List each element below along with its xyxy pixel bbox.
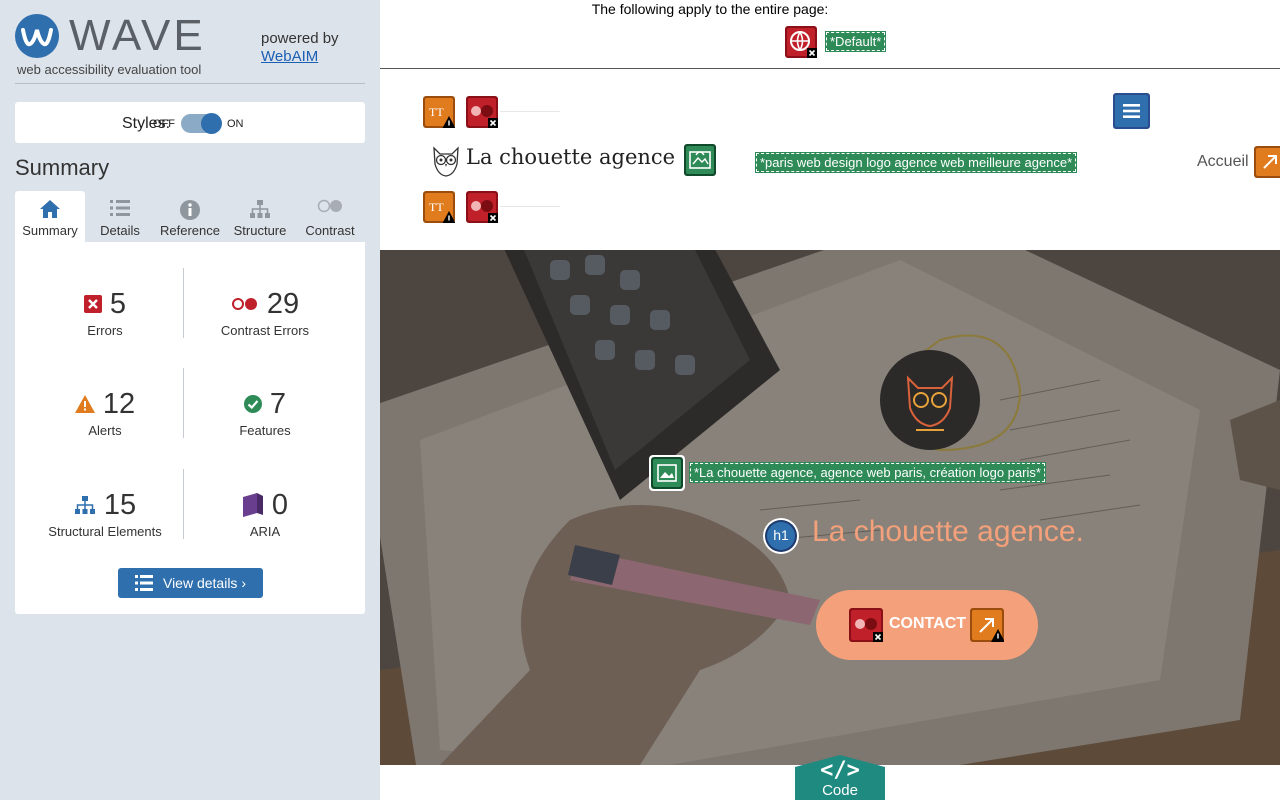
redundant-link-alert-icon[interactable] [1254, 146, 1280, 178]
stat-label: ARIA [249, 524, 281, 539]
contrast-error-icon[interactable] [466, 96, 498, 128]
contrast-icon [295, 191, 365, 223]
stat-count: 12 [102, 387, 136, 420]
view-details-button[interactable]: View details › [118, 568, 263, 598]
stat-count: 15 [103, 488, 137, 521]
contact-label: CONTACT [889, 615, 967, 632]
owl-logo-icon [433, 146, 459, 177]
stat-label: Features [239, 423, 291, 438]
error-icon [83, 295, 102, 313]
stat-contrast-errors[interactable]: 29 Contrast Errors [185, 287, 345, 339]
stat-label: Structural Elements [48, 524, 162, 539]
summary-panel: 5 Errors 29 Contrast Errors 12 Alerts 7 … [15, 242, 365, 614]
stat-label: Alerts [88, 423, 122, 438]
styles-off-label: OFF [153, 118, 175, 130]
view-details-label: View details › [162, 575, 246, 591]
stat-aria[interactable]: 0 ARIA [185, 488, 345, 539]
stat-label: Contrast Errors [220, 323, 310, 338]
tab-contrast[interactable]: Contrast [295, 191, 365, 242]
code-toggle-button[interactable]: </> Code [795, 755, 885, 800]
logo-alt-text: *paris web design logo agence web meille… [754, 152, 1078, 173]
divider [15, 83, 365, 84]
stat-count: 0 [271, 488, 289, 521]
stat-structural-elements[interactable]: 15 Structural Elements [25, 488, 185, 540]
info-icon [155, 191, 225, 223]
powered-by: powered by WebAIM [261, 30, 339, 66]
hero-logo-circle [880, 350, 980, 450]
tab-summary[interactable]: Summary [15, 191, 85, 242]
page-level-bar: The following apply to the entire page: … [380, 0, 1280, 69]
contrast-error-icon[interactable] [466, 191, 498, 223]
styles-toggle[interactable] [181, 113, 222, 134]
aria-icon [242, 493, 263, 517]
nav-item-accueil[interactable]: Accueil [1197, 153, 1249, 171]
contrast-error-icon[interactable] [849, 608, 883, 642]
styles-on-label: ON [227, 118, 244, 130]
tab-label: Contrast [305, 223, 355, 238]
tab-reference[interactable]: Reference [155, 191, 225, 242]
owl-logo-icon [906, 375, 954, 431]
styles-toggle-box: Styles: OFF ON [15, 102, 365, 143]
feature-icon [243, 395, 262, 413]
linked-image-feature-icon[interactable] [684, 144, 716, 176]
contrast-error-icon [231, 298, 257, 310]
stat-count: 5 [109, 287, 127, 320]
structure-icon [74, 496, 95, 514]
powered-by-text: powered by [261, 30, 339, 47]
toggle-knob[interactable] [201, 113, 222, 134]
stat-count: 29 [266, 287, 300, 320]
hero-title: La chouette agence. [812, 515, 1084, 548]
list-icon [85, 191, 155, 223]
tab-label: Details [100, 223, 140, 238]
alert-icon [74, 395, 95, 413]
tab-label: Summary [22, 223, 78, 238]
hero-section: *La chouette agence, agence web paris, c… [380, 250, 1280, 765]
hero-background-image [380, 250, 1280, 765]
stat-label: Errors [87, 323, 123, 338]
summary-heading: Summary [15, 155, 110, 180]
stat-errors[interactable]: 5 Errors [25, 287, 185, 338]
divider [500, 111, 560, 112]
menu-icon[interactable] [1113, 93, 1150, 129]
code-label: Code [822, 782, 858, 799]
tab-details[interactable]: Details [85, 191, 155, 242]
text-alert-icon[interactable]: TT [423, 191, 455, 223]
wave-tagline: web accessibility evaluation tool [17, 62, 202, 77]
site-logo-text[interactable]: La chouette agence [466, 145, 675, 169]
redundant-link-alert-icon[interactable] [970, 608, 1004, 642]
evaluated-page: The following apply to the entire page: … [380, 0, 1280, 800]
panel-tabs: Summary Details Reference Structure Cont… [15, 191, 365, 242]
language-label: *Default* [824, 31, 887, 52]
svg-text:TT: TT [429, 105, 444, 119]
structure-icon [225, 191, 295, 223]
tab-label: Structure [233, 223, 287, 238]
page-level-text: The following apply to the entire page: [591, 1, 829, 17]
stat-count: 7 [269, 387, 287, 420]
tab-structure[interactable]: Structure [225, 191, 295, 242]
wave-sidebar: WAVE web accessibility evaluation tool p… [0, 0, 380, 800]
wave-title: WAVE [69, 11, 206, 60]
svg-text:TT: TT [429, 200, 444, 214]
image-alt-feature-icon[interactable] [649, 455, 685, 491]
home-icon [15, 191, 85, 223]
language-error-icon[interactable] [785, 26, 817, 58]
text-alert-icon[interactable]: TT [423, 96, 455, 128]
tab-label: Reference [160, 223, 220, 238]
divider [500, 206, 560, 207]
wave-logo-icon [15, 14, 59, 58]
webaim-link[interactable]: WebAIM [261, 48, 318, 65]
hero-image-alt-text: *La chouette agence, agence web paris, c… [689, 462, 1046, 483]
h1-badge-label: h1 [773, 527, 789, 543]
list-icon [134, 575, 153, 591]
stat-alerts[interactable]: 12 Alerts [25, 387, 185, 438]
code-icon: </> [820, 758, 860, 783]
stat-features[interactable]: 7 Features [185, 387, 345, 439]
